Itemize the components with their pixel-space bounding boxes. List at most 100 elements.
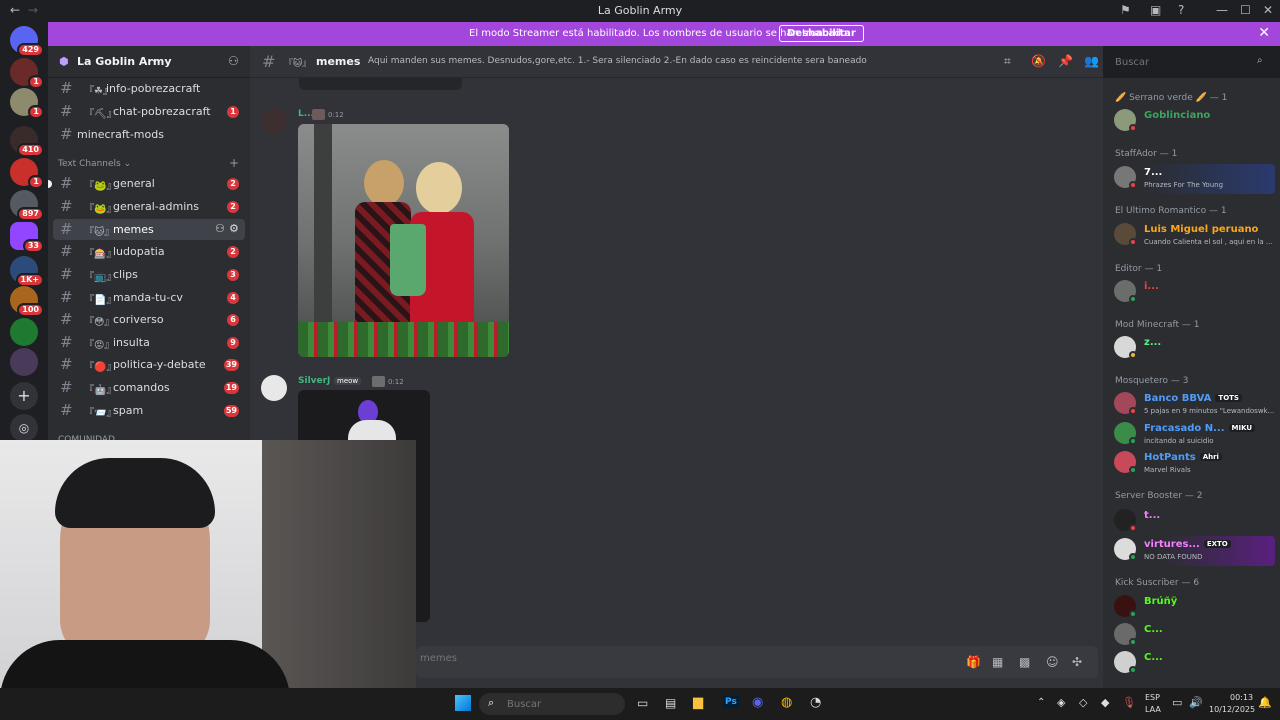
chrome-icon[interactable]: ◍ [781, 695, 792, 710]
close-icon[interactable]: ✕ [1258, 25, 1270, 41]
member-list-icon[interactable]: 👥 [1084, 54, 1099, 68]
obs-icon[interactable]: ◔ [810, 695, 821, 710]
channel-item-spam[interactable]: # 『📨』 spam 59 [53, 400, 245, 421]
server-icon[interactable]: 1 [10, 158, 44, 189]
server-icon[interactable]: 100 [10, 286, 44, 317]
gear-icon[interactable]: ⚙ [229, 222, 239, 235]
screen-share-icon[interactable]: ▣ [1150, 3, 1161, 17]
minimize-icon[interactable]: — [1216, 3, 1228, 17]
search-input[interactable] [1109, 52, 1273, 72]
member-item[interactable]: Brúñÿ [1111, 593, 1275, 623]
server-icon[interactable]: 897 [10, 190, 44, 221]
member-list: 🥖 Serrano verde 🥖 — 1 Goblinciano StaffA… [1103, 78, 1280, 688]
server-icon[interactable] [10, 348, 38, 376]
member-item[interactable]: Goblinciano [1111, 107, 1275, 137]
channel-item[interactable]: # minecraft-mods [53, 124, 245, 145]
add-channel-icon[interactable]: + [229, 156, 239, 170]
twitch-server-icon[interactable]: 33 [10, 222, 44, 253]
server-icon[interactable]: 410 [10, 126, 44, 157]
add-server-icon[interactable]: + [10, 382, 38, 410]
inbox-flag-icon[interactable]: ⚑ [1120, 3, 1131, 17]
taskbar-search-input[interactable] [479, 693, 625, 715]
tray-app-icon[interactable]: ◆ [1101, 696, 1109, 709]
tray-app-icon[interactable]: ◇ [1079, 696, 1087, 709]
threads-icon[interactable]: ⌗ [1004, 54, 1011, 69]
start-icon[interactable] [455, 695, 471, 711]
server-header[interactable]: ⬢ La Goblin Army ⌄ ⚇ [48, 46, 250, 78]
network-icon[interactable]: ▭ [1172, 696, 1182, 709]
pin-icon[interactable]: 📌 [1058, 54, 1073, 68]
server-icon[interactable]: 1K+ [10, 256, 44, 287]
image-attachment[interactable] [298, 124, 509, 357]
app-icon[interactable]: ▤ [665, 696, 676, 710]
avatar[interactable] [261, 375, 287, 401]
clock-time[interactable]: 00:13 [1230, 693, 1253, 702]
member-item[interactable]: C... [1111, 649, 1275, 679]
server-icon[interactable] [10, 318, 38, 346]
message-composer[interactable]: 🎁 ▦ ▩ ☺ ✣ [416, 646, 1098, 678]
help-icon[interactable]: ? [1178, 3, 1184, 17]
add-member-icon[interactable]: ⚇ [228, 54, 239, 68]
keyboard-layout[interactable]: LAA [1145, 705, 1161, 714]
gift-icon[interactable]: 🎁 [966, 655, 981, 669]
channel-item-politica-y-debate[interactable]: # 『🔴』 politica-y-debate 39 [53, 354, 245, 375]
emoji-icon[interactable]: ☺ [1046, 655, 1059, 669]
microphone-icon[interactable]: 🎙 [1122, 696, 1136, 709]
channel-emoji: 『🐸』 [84, 204, 117, 215]
mute-bell-icon[interactable]: 🔕 [1031, 54, 1046, 68]
close-window-icon[interactable]: ✕ [1263, 3, 1273, 17]
channel-emoji: 『🔴』 [84, 362, 117, 373]
server-icon[interactable]: 1 [10, 88, 44, 119]
hash-icon: # [60, 197, 73, 215]
avatar[interactable] [261, 108, 287, 134]
channel-item-memes[interactable]: # 『🐱』 memes ⚇ ⚙ [53, 219, 245, 240]
member-item[interactable]: virtures... EXTO NO DATA FOUND [1111, 536, 1275, 566]
server-icon[interactable]: 1 [10, 58, 44, 89]
volume-icon[interactable]: 🔊 [1189, 696, 1203, 709]
notification-bell-icon[interactable]: 🔔 [1258, 696, 1272, 709]
member-item[interactable]: HotPants Ahri Marvel Rivals [1111, 449, 1275, 479]
member-item[interactable]: Luis Miguel peruano Cuando Calienta el so… [1111, 221, 1275, 251]
chevron-up-icon[interactable]: ⌃ [1037, 697, 1045, 708]
channel-item-general-admins[interactable]: # 『🐸』 general-admins 2 [53, 196, 245, 217]
member-item[interactable]: C... [1111, 621, 1275, 651]
unread-badge: 19 [223, 382, 239, 394]
channel-topic[interactable]: Aqui manden sus memes. Desnudos,gore,etc… [368, 56, 867, 66]
channel-item[interactable]: # 『☘』 info-pobrezacraft [53, 78, 245, 99]
member-item[interactable]: Fracasado N... MIKU incitando al suicidio [1111, 420, 1275, 450]
photoshop-icon[interactable]: Ps [723, 696, 739, 708]
unread-badge: 2 [227, 201, 239, 213]
channel-item-manda-tu-cv[interactable]: # 『📄』 manda-tu-cv 4 [53, 287, 245, 308]
language-indicator[interactable]: ESP [1145, 693, 1160, 702]
sticker-icon[interactable]: ▩ [1019, 655, 1030, 669]
gif-icon[interactable]: ▦ [992, 655, 1003, 669]
file-explorer-icon[interactable]: ▆ [693, 695, 703, 710]
member-item[interactable]: t... [1111, 507, 1275, 537]
server-badge: 429 [17, 43, 44, 57]
message-author[interactable]: SilverJ [298, 376, 330, 386]
channel-item-general[interactable]: # 『🐸』 general 2 [48, 173, 245, 194]
disable-streamer-button[interactable]: Deshabilitar [779, 25, 864, 42]
apps-icon[interactable]: ✣ [1072, 655, 1082, 669]
previous-attachment[interactable] [299, 78, 462, 90]
direct-messages-button[interactable]: 429 [10, 26, 44, 57]
channel-item-clips[interactable]: # 『📺』 clips 3 [53, 264, 245, 285]
channel-item-comandos[interactable]: # 『🤖』 comandos 19 [53, 377, 245, 398]
category-text-channels[interactable]: Text Channels ⌄ [58, 159, 131, 169]
channel-item-insulta[interactable]: # 『😡』 insulta 9 [53, 332, 245, 353]
member-item[interactable]: i... [1111, 278, 1275, 308]
member-item[interactable]: Banco BBVA TOTS 5 pajas en 9 minutos "Lewa… [1111, 390, 1275, 420]
tray-app-icon[interactable]: ◈ [1057, 696, 1065, 709]
channel-item-ludopatia[interactable]: # 『🎰』 ludopatia 2 [53, 241, 245, 262]
channel-item-coriverso[interactable]: # 『😳』 coriverso 6 [53, 309, 245, 330]
message-input[interactable] [420, 653, 920, 664]
member-item[interactable]: z... [1111, 334, 1275, 364]
clock-date[interactable]: 10/12/2025 [1209, 705, 1255, 714]
channel-item[interactable]: # 『⛏』 chat-pobrezacraft 1 [53, 101, 245, 122]
discover-icon[interactable]: ◎ [10, 414, 38, 442]
create-invite-icon[interactable]: ⚇ [215, 222, 225, 235]
discord-taskbar-icon[interactable]: ◉ [752, 695, 763, 710]
member-item[interactable]: 7... Phrazes For The Young [1111, 164, 1275, 194]
task-view-icon[interactable]: ▭ [637, 696, 648, 710]
maximize-icon[interactable]: ☐ [1240, 3, 1251, 17]
